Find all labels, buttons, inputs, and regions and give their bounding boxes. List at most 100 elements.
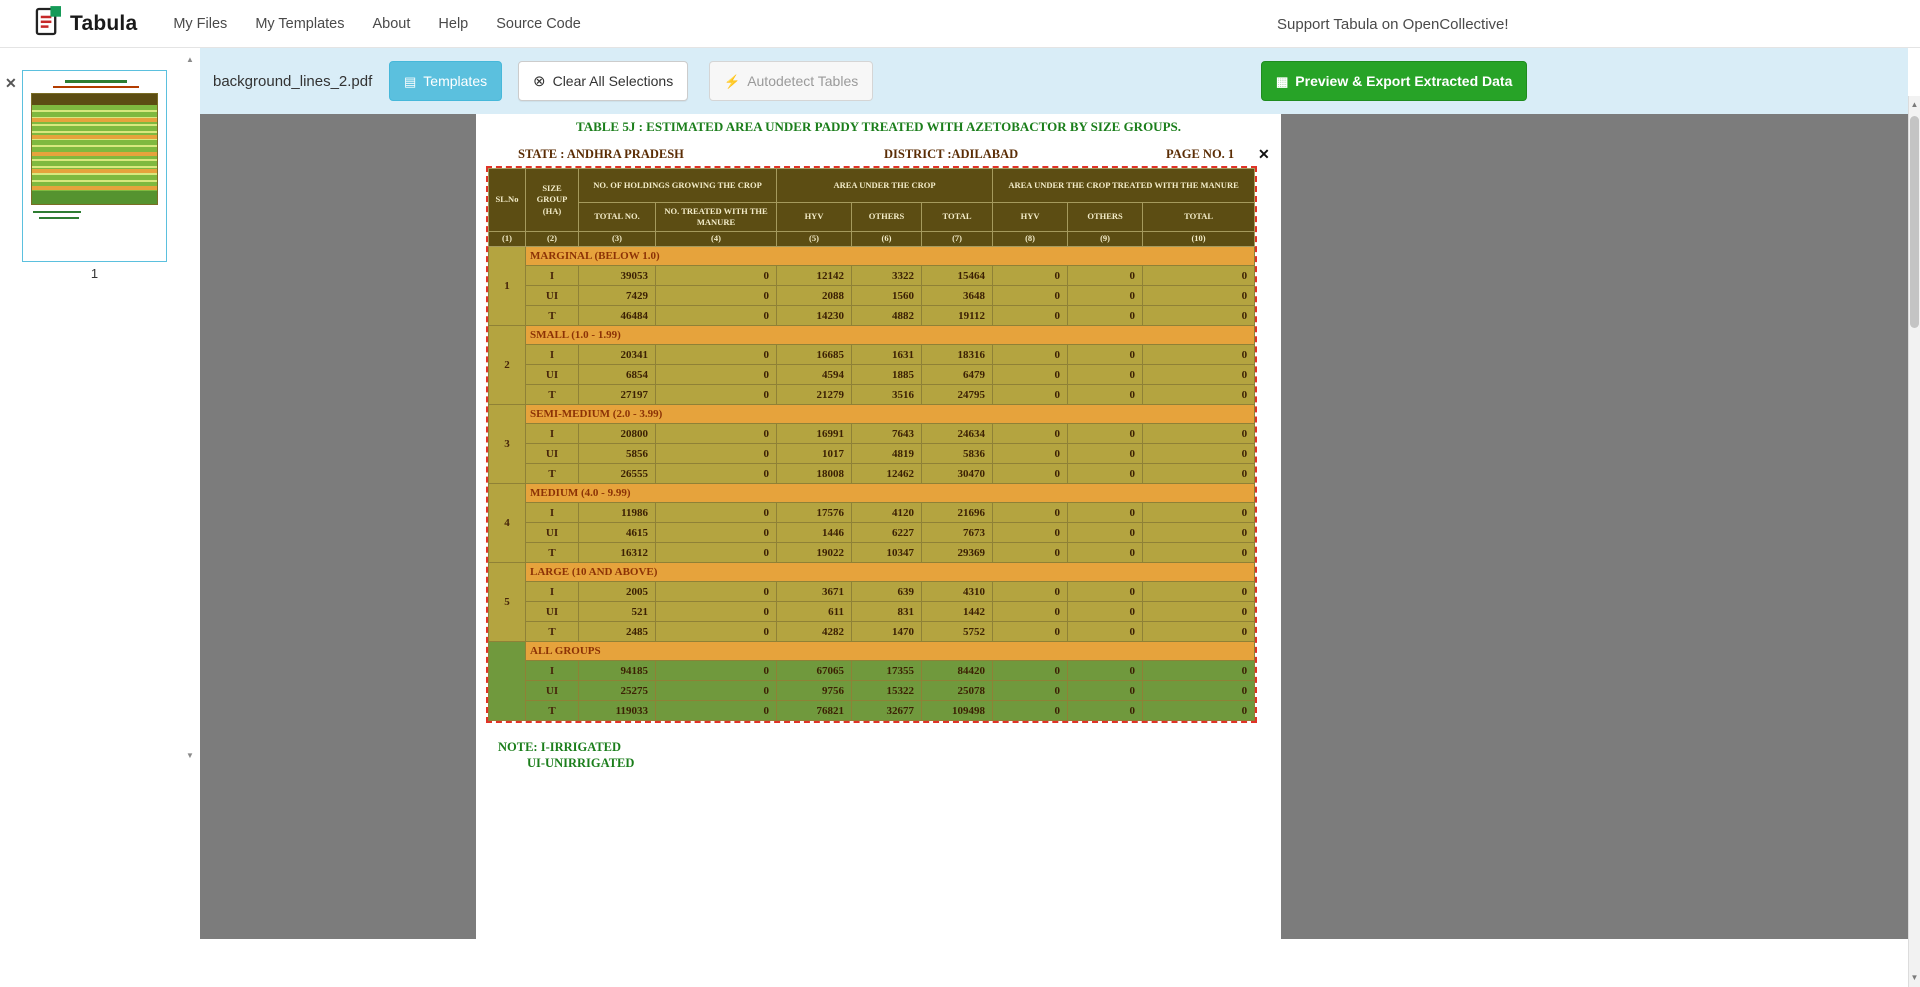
size-group-cell: UI bbox=[526, 681, 579, 701]
value-cell: 94185 bbox=[579, 661, 656, 681]
group-band-label: SEMI-MEDIUM (2.0 - 3.99) bbox=[526, 405, 1255, 424]
value-cell: 16991 bbox=[777, 424, 852, 444]
export-button-label: Preview & Export Extracted Data bbox=[1295, 73, 1512, 89]
page-no-label: PAGE NO. 1 bbox=[1166, 147, 1234, 162]
value-cell: 1885 bbox=[852, 365, 922, 385]
group-band-row: 4MEDIUM (4.0 - 9.99) bbox=[489, 484, 1255, 503]
size-group-cell: T bbox=[526, 701, 579, 721]
value-cell: 0 bbox=[1068, 266, 1143, 286]
table-row: I20800016991764324634000 bbox=[489, 424, 1255, 444]
clear-all-selections-button[interactable]: ⊗ Clear All Selections bbox=[518, 61, 688, 101]
group-band-label: ALL GROUPS bbox=[526, 642, 1255, 661]
group-band-row: ALL GROUPS bbox=[489, 642, 1255, 661]
size-group-cell: UI bbox=[526, 523, 579, 543]
nav-item-my-files[interactable]: My Files bbox=[159, 2, 241, 46]
value-cell: 4615 bbox=[579, 523, 656, 543]
sidebar-scrollbar[interactable]: ▲ ▼ bbox=[184, 54, 196, 762]
table-selection-region[interactable]: SL.No SIZE GROUP (HA) NO. OF HOLDINGS GR… bbox=[486, 166, 1257, 723]
value-cell: 24634 bbox=[922, 424, 993, 444]
value-cell: 0 bbox=[1068, 365, 1143, 385]
size-group-cell: I bbox=[526, 661, 579, 681]
templates-button-label: Templates bbox=[423, 73, 487, 89]
size-group-cell: I bbox=[526, 503, 579, 523]
nav-item-my-templates[interactable]: My Templates bbox=[241, 2, 358, 46]
value-cell: 0 bbox=[1068, 345, 1143, 365]
navbar: Tabula My Files My Templates About Help … bbox=[0, 0, 1920, 48]
remove-page-icon[interactable]: ✕ bbox=[5, 76, 17, 90]
group-band-row: 5LARGE (10 AND ABOVE) bbox=[489, 563, 1255, 582]
value-cell: 0 bbox=[1143, 523, 1255, 543]
value-cell: 19022 bbox=[777, 543, 852, 563]
autodetect-tables-button[interactable]: ⚡ Autodetect Tables bbox=[709, 61, 873, 101]
value-cell: 0 bbox=[993, 543, 1068, 563]
state-label: STATE : ANDHRA PRADESH bbox=[518, 147, 684, 162]
export-icon: ▦ bbox=[1276, 75, 1288, 88]
header-cell: TOTAL bbox=[922, 203, 993, 232]
tabula-brand[interactable]: Tabula bbox=[35, 6, 137, 42]
table-row: T27197021279351624795000 bbox=[489, 385, 1255, 405]
value-cell: 0 bbox=[993, 464, 1068, 484]
value-cell: 0 bbox=[993, 701, 1068, 721]
col-number: (7) bbox=[922, 232, 993, 247]
value-cell: 0 bbox=[1143, 582, 1255, 602]
value-cell: 0 bbox=[1143, 306, 1255, 326]
value-cell: 2005 bbox=[579, 582, 656, 602]
scrollbar-thumb[interactable] bbox=[1910, 116, 1919, 328]
value-cell: 32677 bbox=[852, 701, 922, 721]
value-cell: 6479 bbox=[922, 365, 993, 385]
value-cell: 611 bbox=[777, 602, 852, 622]
window-scrollbar[interactable]: ▲ ▼ bbox=[1908, 96, 1920, 987]
table-row: T163120190221034729369000 bbox=[489, 543, 1255, 563]
table-row: UI74290208815603648000 bbox=[489, 286, 1255, 306]
nav-item-help[interactable]: Help bbox=[424, 2, 482, 46]
value-cell: 0 bbox=[1143, 681, 1255, 701]
page-thumbnail[interactable] bbox=[22, 70, 167, 262]
group-band-label: MEDIUM (4.0 - 9.99) bbox=[526, 484, 1255, 503]
value-cell: 19112 bbox=[922, 306, 993, 326]
support-link[interactable]: Support Tabula on OpenCollective! bbox=[1277, 0, 1509, 48]
value-cell: 3648 bbox=[922, 286, 993, 306]
value-cell: 2088 bbox=[777, 286, 852, 306]
value-cell: 0 bbox=[1143, 543, 1255, 563]
workspace: ✕ 1 ▲ ▼ bbox=[0, 48, 1920, 939]
scroll-up-icon[interactable]: ▲ bbox=[184, 54, 196, 66]
value-cell: 18008 bbox=[777, 464, 852, 484]
value-cell: 39053 bbox=[579, 266, 656, 286]
table-row: UI52106118311442000 bbox=[489, 602, 1255, 622]
pdf-page[interactable]: TABLE 5J : ESTIMATED AREA UNDER PADDY TR… bbox=[476, 114, 1281, 939]
value-cell: 16685 bbox=[777, 345, 852, 365]
value-cell: 0 bbox=[1143, 365, 1255, 385]
scroll-down-icon[interactable]: ▼ bbox=[1909, 971, 1920, 985]
value-cell: 0 bbox=[1068, 286, 1143, 306]
value-cell: 14230 bbox=[777, 306, 852, 326]
clear-icon: ⊗ bbox=[533, 74, 546, 89]
value-cell: 0 bbox=[656, 681, 777, 701]
size-group-cell: UI bbox=[526, 602, 579, 622]
header-cell-area: AREA UNDER THE CROP bbox=[777, 169, 993, 203]
value-cell: 1470 bbox=[852, 622, 922, 642]
size-group-cell: I bbox=[526, 345, 579, 365]
value-cell: 0 bbox=[1143, 602, 1255, 622]
value-cell: 0 bbox=[1143, 503, 1255, 523]
templates-button[interactable]: ▤ Templates bbox=[389, 61, 502, 101]
value-cell: 0 bbox=[656, 444, 777, 464]
selection-close-icon[interactable]: ✕ bbox=[1258, 146, 1270, 163]
nav-item-about[interactable]: About bbox=[359, 2, 425, 46]
header-cell: OTHERS bbox=[1068, 203, 1143, 232]
table-row: T265550180081246230470000 bbox=[489, 464, 1255, 484]
value-cell: 0 bbox=[1068, 602, 1143, 622]
value-cell: 76821 bbox=[777, 701, 852, 721]
value-cell: 1442 bbox=[922, 602, 993, 622]
size-group-cell: T bbox=[526, 622, 579, 642]
value-cell: 0 bbox=[993, 306, 1068, 326]
value-cell: 0 bbox=[656, 365, 777, 385]
scroll-up-icon[interactable]: ▲ bbox=[1909, 98, 1920, 112]
document-area: TABLE 5J : ESTIMATED AREA UNDER PADDY TR… bbox=[200, 114, 1908, 939]
nav-item-source-code[interactable]: Source Code bbox=[482, 2, 595, 46]
sl-no-cell: 5 bbox=[489, 563, 526, 642]
header-cell: HYV bbox=[777, 203, 852, 232]
scroll-down-icon[interactable]: ▼ bbox=[184, 750, 196, 762]
value-cell: 6227 bbox=[852, 523, 922, 543]
preview-export-button[interactable]: ▦ Preview & Export Extracted Data bbox=[1261, 61, 1527, 101]
clear-button-label: Clear All Selections bbox=[553, 73, 674, 89]
